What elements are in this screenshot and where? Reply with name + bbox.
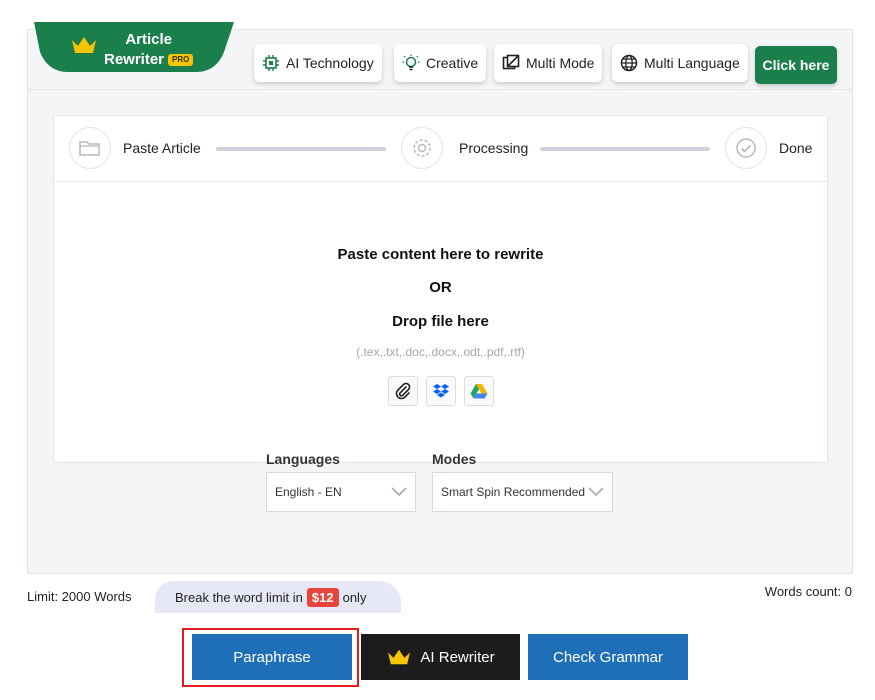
price-badge: $12 (306, 587, 339, 607)
modes-field: Modes Smart Spin Recommended (432, 451, 613, 512)
editor-card: Paste Article Processing Done Paste cont… (53, 115, 828, 463)
brand-title-line2: Rewriter (104, 51, 165, 68)
chip-icon (263, 55, 279, 71)
check-grammar-button[interactable]: Check Grammar (528, 634, 688, 680)
dropbox-button[interactable] (426, 376, 456, 406)
languages-label: Languages (266, 451, 340, 467)
break-limit-banner[interactable]: Break the word limit in $12 only (155, 581, 401, 613)
feature-label: Multi Language (644, 55, 740, 71)
feature-creative[interactable]: Creative (394, 44, 487, 82)
chevron-down-icon (391, 487, 407, 497)
brand-title-line1: Article (125, 31, 173, 48)
upload-sources (388, 376, 494, 406)
step-connector (540, 147, 710, 151)
feature-label: Multi Mode (526, 55, 595, 71)
paste-drop-zone[interactable]: Paste content here to rewrite OR Drop fi… (54, 183, 827, 463)
ai-rewriter-label: AI Rewriter (420, 648, 495, 666)
chevron-down-icon (588, 487, 604, 497)
ai-rewriter-button[interactable]: AI Rewriter (361, 634, 520, 680)
pro-badge: PRO (168, 54, 194, 66)
word-limit-text: Limit: 2000 Words (27, 589, 132, 604)
feature-multi-mode[interactable]: Multi Mode (494, 44, 603, 82)
paraphrase-label: Paraphrase (233, 648, 311, 666)
modes-selected-value: Smart Spin Recommended (441, 485, 586, 499)
crown-icon (72, 37, 96, 53)
progress-steps: Paste Article Processing Done (54, 116, 827, 182)
google-drive-button[interactable] (464, 376, 494, 406)
break-limit-suffix: only (342, 589, 367, 605)
languages-select[interactable]: English - EN (266, 472, 416, 512)
step-connector (216, 147, 386, 151)
attach-icon (395, 382, 411, 400)
check-icon (725, 127, 767, 169)
step-processing: Processing (459, 140, 529, 156)
feature-label: Creative (426, 55, 479, 71)
feature-label: AI Technology (286, 55, 374, 71)
gear-icon (401, 127, 443, 169)
globe-icon (620, 54, 638, 72)
languages-selected-value: English - EN (275, 485, 342, 499)
drop-or: OR (429, 279, 452, 296)
check-grammar-label: Check Grammar (552, 648, 664, 666)
break-limit-prefix: Break the word limit in (175, 589, 303, 605)
words-count: Words count: 0 (764, 584, 852, 599)
drop-file-text: Drop file here (392, 313, 489, 330)
modes-select[interactable]: Smart Spin Recommended (432, 472, 613, 512)
folder-icon (69, 127, 111, 169)
languages-field: Languages English - EN (266, 451, 416, 512)
drop-instruction: Paste content here to rewrite (337, 246, 544, 263)
crown-icon (388, 649, 411, 665)
brand-title: Article Rewriter PRO (104, 30, 194, 70)
step-done: Done (779, 140, 813, 156)
dropbox-icon (433, 384, 449, 398)
feature-multi-language[interactable]: Multi Language (612, 44, 748, 82)
file-formats-hint: (.tex,.txt,.doc,.docx,.odt,.pdf,.rtf) (356, 345, 525, 359)
feature-ai-technology[interactable]: AI Technology (254, 44, 382, 82)
click-here-button[interactable]: Click here (755, 46, 837, 84)
layers-icon (502, 54, 520, 70)
step-paste-article: Paste Article (123, 140, 201, 156)
modes-label: Modes (432, 451, 477, 467)
google-drive-icon (470, 384, 488, 399)
lightbulb-icon (402, 54, 420, 71)
paraphrase-button[interactable]: Paraphrase (192, 634, 352, 680)
brand-ribbon: Article Rewriter PRO (28, 22, 240, 72)
panel-header: Article Rewriter PRO AI Technology Creat… (28, 22, 852, 90)
attach-file-button[interactable] (388, 376, 418, 406)
